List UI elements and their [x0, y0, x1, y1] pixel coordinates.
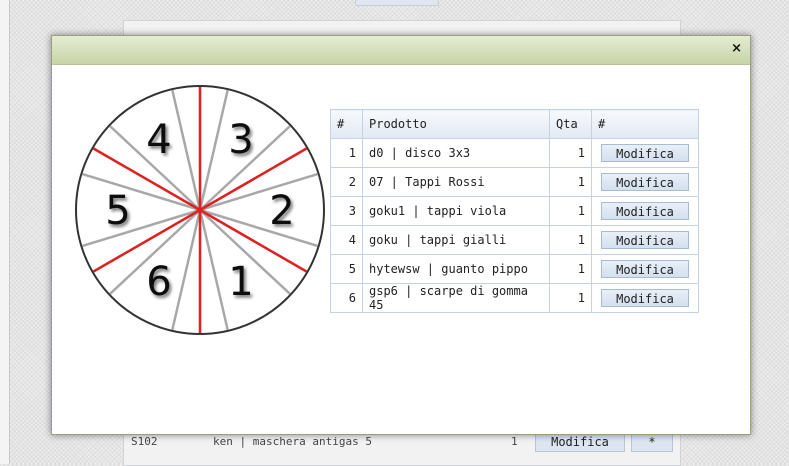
background-edit-button: Modifica [535, 432, 625, 452]
background-extra-button: * [631, 432, 673, 452]
edit-button[interactable]: Modifica [601, 202, 689, 220]
wheel-number-3: 3 [228, 117, 253, 163]
wheel-number-1: 1 [228, 259, 253, 305]
row-index: 2 [330, 167, 363, 197]
row-action-cell: Modifica [591, 138, 699, 168]
row-product: goku | tappi gialli [362, 225, 550, 255]
row-action-cell: Modifica [591, 254, 699, 284]
header-product: Prodotto [362, 109, 550, 139]
table-row: 3 goku1 | tappi viola 1 Modifica [330, 196, 699, 226]
background-row-product: ken | maschera antigas 5 [213, 435, 372, 448]
row-qty: 1 [549, 167, 592, 197]
wheel-number-2: 2 [269, 188, 294, 234]
row-index: 6 [330, 283, 363, 313]
wheel-number-5: 5 [105, 188, 130, 234]
table-row: 5 hytewsw | guanto pippo 1 Modifica [330, 254, 699, 284]
close-button[interactable]: × [731, 42, 742, 56]
product-dialog: × 123456 # Prodotto Qta # 1 d0 | disco 3… [51, 35, 751, 435]
row-qty: 1 [549, 196, 592, 226]
row-index: 4 [330, 225, 363, 255]
header-index: # [330, 109, 363, 139]
background-table-row: S102 ken | maschera antigas 5 1 Modifica… [123, 432, 679, 454]
edit-button[interactable]: Modifica [601, 144, 689, 162]
row-action-cell: Modifica [591, 167, 699, 197]
dialog-header: × [52, 36, 750, 65]
page-left-edge [0, 0, 10, 464]
edit-button[interactable]: Modifica [601, 231, 689, 249]
background-row-code: S102 [131, 435, 158, 448]
background-row-qty: 1 [511, 435, 518, 448]
row-action-cell: Modifica [591, 283, 699, 313]
table-row: 4 goku | tappi gialli 1 Modifica [330, 225, 699, 255]
row-product: 07 | Tappi Rossi [362, 167, 550, 197]
row-action-cell: Modifica [591, 225, 699, 255]
header-qty: Qta [549, 109, 592, 139]
product-table-header: # Prodotto Qta # [330, 109, 699, 139]
row-index: 3 [330, 196, 363, 226]
wheel-number-6: 6 [146, 259, 171, 305]
wheel-number-4: 4 [146, 117, 171, 163]
header-action: # [591, 109, 699, 139]
row-product: gsp6 | scarpe di gomma 45 [362, 283, 550, 313]
background-top-button [355, 0, 439, 6]
row-index: 1 [330, 138, 363, 168]
row-qty: 1 [549, 283, 592, 313]
wheel-diagram: 123 456 [75, 85, 325, 335]
product-table: # Prodotto Qta # 1 d0 | disco 3x3 1 Modi… [330, 109, 699, 313]
table-row: 6 gsp6 | scarpe di gomma 45 1 Modifica [330, 283, 699, 313]
edit-button[interactable]: Modifica [601, 260, 689, 278]
row-product: goku1 | tappi viola [362, 196, 550, 226]
row-product: hytewsw | guanto pippo [362, 254, 550, 284]
edit-button[interactable]: Modifica [601, 289, 689, 307]
row-action-cell: Modifica [591, 196, 699, 226]
row-product: d0 | disco 3x3 [362, 138, 550, 168]
row-qty: 1 [549, 225, 592, 255]
row-index: 5 [330, 254, 363, 284]
table-row: 2 07 | Tappi Rossi 1 Modifica [330, 167, 699, 197]
edit-button[interactable]: Modifica [601, 173, 689, 191]
row-qty: 1 [549, 254, 592, 284]
row-qty: 1 [549, 138, 592, 168]
table-row: 1 d0 | disco 3x3 1 Modifica [330, 138, 699, 168]
